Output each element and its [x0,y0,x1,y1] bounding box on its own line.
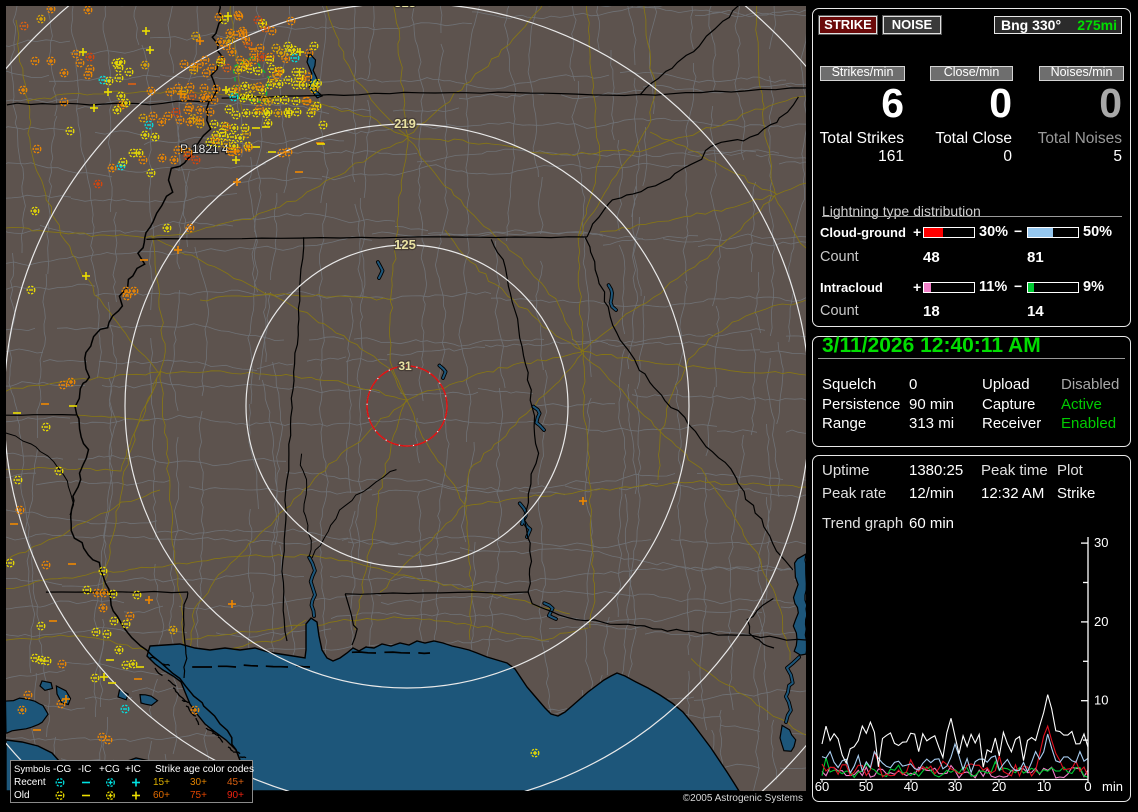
svg-text:30: 30 [1094,535,1108,550]
svg-text:40: 40 [904,779,918,794]
svg-text:50: 50 [859,779,873,794]
svg-text:20: 20 [992,779,1006,794]
svg-text:30: 30 [948,779,962,794]
svg-text:min: min [1102,779,1123,794]
svg-text:0: 0 [1084,779,1091,794]
svg-text:10: 10 [1094,693,1108,708]
svg-text:60: 60 [815,779,829,794]
svg-text:10: 10 [1037,779,1051,794]
svg-text:20: 20 [1094,614,1108,629]
